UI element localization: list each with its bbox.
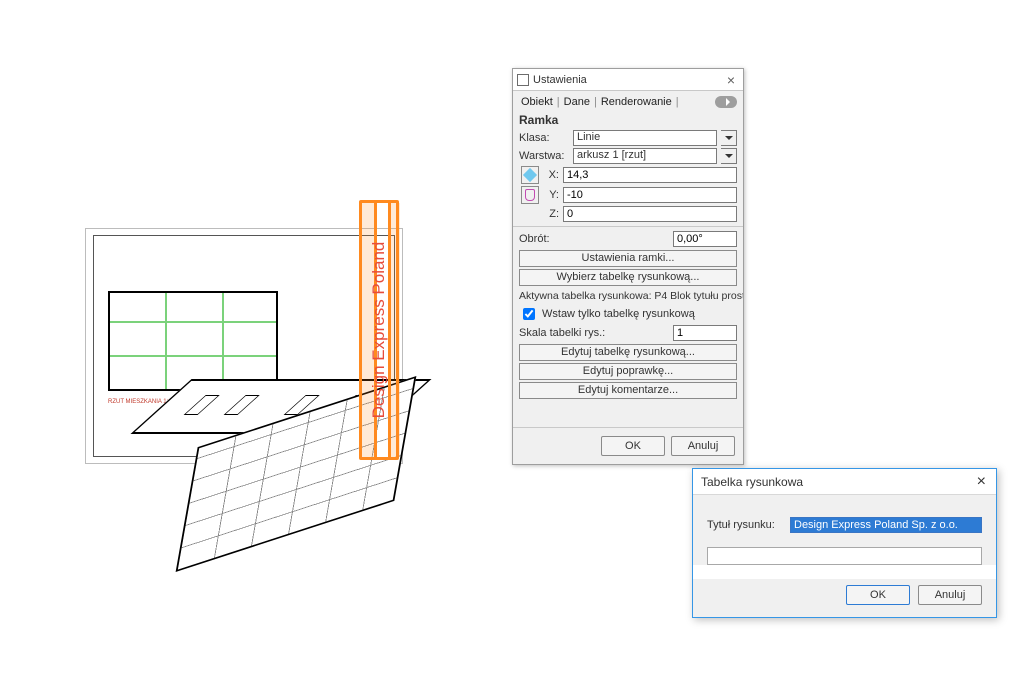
klasa-label: Klasa:	[519, 132, 569, 144]
tab-strip: Obiekt | Dane | Renderowanie |	[513, 91, 743, 109]
scale-input[interactable]	[673, 325, 737, 341]
settings-title: Ustawienia	[533, 74, 587, 86]
row-scale: Skala tabelki rys.:	[513, 324, 743, 342]
btn-edit-revision[interactable]: Edytuj poprawkę...	[519, 363, 737, 380]
klasa-dropdown-icon[interactable]	[721, 130, 737, 146]
dialog-title: Tabelka rysunkowa	[701, 475, 803, 489]
btn-edit-comments[interactable]: Edytuj komentarze...	[519, 382, 737, 399]
btn-ustawienia-ramki[interactable]: Ustawienia ramki...	[519, 250, 737, 267]
rotation-input[interactable]	[673, 231, 737, 247]
tab-dane[interactable]: Dane	[560, 95, 594, 109]
secondary-field[interactable]	[707, 547, 982, 565]
tab-obiekt[interactable]: Obiekt	[517, 95, 557, 109]
collapse-toggle[interactable]	[715, 96, 737, 108]
field-label: Tytuł rysunku:	[707, 519, 782, 531]
warstwa-label: Warstwa:	[519, 150, 569, 162]
dialog-ok-button[interactable]: OK	[846, 585, 910, 605]
row-rotation: Obrót:	[513, 230, 743, 248]
x-input[interactable]	[563, 167, 737, 183]
close-icon[interactable]: ×	[721, 72, 741, 88]
btn-wybierz-tabelke[interactable]: Wybierz tabelkę rysunkową...	[519, 269, 737, 286]
chk-insert-only[interactable]	[523, 308, 535, 320]
titleblock-dialog: Tabelka rysunkowa × Tytuł rysunku: Desig…	[692, 468, 997, 618]
chk-insert-only-label: Wstaw tylko tabelkę rysunkową	[542, 308, 695, 320]
y-label: Y:	[545, 189, 559, 201]
warstwa-select[interactable]: arkusz 1 [rzut]	[573, 148, 717, 164]
row-klasa: Klasa: Linie	[513, 129, 743, 147]
klasa-select[interactable]: Linie	[573, 130, 717, 146]
settings-palette: Ustawienia × Obiekt | Dane | Renderowani…	[512, 68, 744, 465]
settings-button-bar: OK Anuluj	[513, 427, 743, 464]
title-block-selection[interactable]: Design Express Poland	[359, 200, 399, 460]
section-title: Ramka	[513, 109, 743, 129]
x-label: X:	[545, 169, 559, 181]
sheet-frame: RZUT MIESZKANIA 1:100	[85, 228, 403, 464]
btn-edit-titleblock[interactable]: Edytuj tabelkę rysunkową...	[519, 344, 737, 361]
drawing-preview: RZUT MIESZKANIA 1:100 Design Express Pol…	[79, 175, 409, 495]
z-label: Z:	[545, 208, 559, 220]
dialog-button-bar: OK Anuluj	[693, 579, 996, 617]
datum-icon[interactable]	[521, 186, 539, 204]
settings-titlebar[interactable]: Ustawienia ×	[513, 69, 743, 91]
chk-insert-only-row: Wstaw tylko tabelkę rysunkową	[513, 304, 743, 324]
rotation-label: Obrót:	[519, 233, 550, 245]
window-icon	[517, 74, 529, 86]
dialog-titlebar[interactable]: Tabelka rysunkowa ×	[693, 469, 996, 495]
y-input[interactable]	[563, 187, 737, 203]
settings-ok-button[interactable]: OK	[601, 436, 665, 456]
scale-label: Skala tabelki rys.:	[519, 327, 605, 339]
coord-mode-icon[interactable]	[521, 166, 539, 184]
tab-renderowanie[interactable]: Renderowanie	[597, 95, 676, 109]
dialog-cancel-button[interactable]: Anuluj	[918, 585, 982, 605]
floor-plan	[108, 291, 278, 391]
row-tytul: Tytuł rysunku: Design Express Poland Sp.…	[707, 517, 982, 533]
row-warstwa: Warstwa: arkusz 1 [rzut]	[513, 147, 743, 165]
z-input[interactable]	[563, 206, 737, 222]
title-input-value: Design Express Poland Sp. z o.o.	[794, 519, 958, 531]
warstwa-dropdown-icon[interactable]	[721, 148, 737, 164]
title-input[interactable]: Design Express Poland Sp. z o.o.	[790, 517, 982, 533]
dialog-close-icon[interactable]: ×	[971, 473, 992, 491]
coords-group: X: Y: Z:	[513, 165, 743, 223]
settings-cancel-button[interactable]: Anuluj	[671, 436, 735, 456]
active-titleblock-info: Aktywna tabelka rysunkowa: P4 Blok tytuł…	[513, 288, 743, 304]
title-block-text: Design Express Poland	[369, 242, 389, 419]
